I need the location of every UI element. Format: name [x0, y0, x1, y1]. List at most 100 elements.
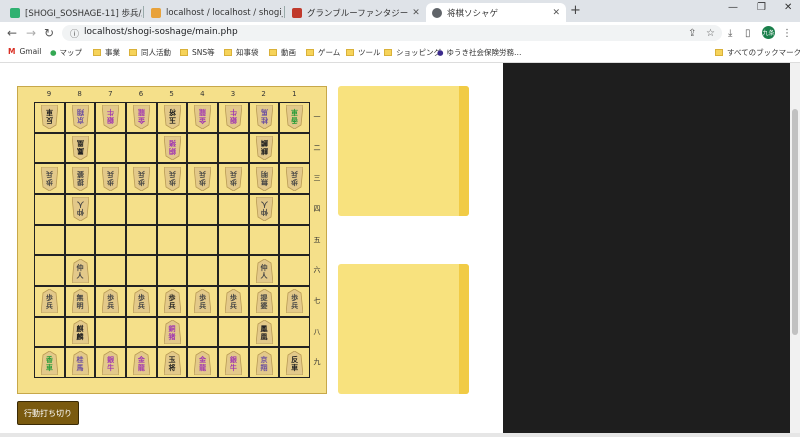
shogi-piece[interactable]: 銀牛 — [102, 350, 120, 375]
reload-icon[interactable]: ↻ — [44, 26, 54, 40]
window-close-icon[interactable]: ✕ — [784, 2, 792, 13]
shogi-piece[interactable]: 鳳凰 — [71, 136, 89, 160]
tab-granblue[interactable]: グランブルーファンタジー ✕ — [286, 3, 424, 22]
bookmark-star-icon[interactable]: ☆ — [706, 28, 715, 39]
shogi-piece[interactable]: 反車 — [40, 105, 58, 130]
shogi-piece[interactable]: 金龍 — [132, 105, 150, 130]
shogi-piece[interactable]: 桂馬 — [255, 105, 273, 130]
shogi-piece[interactable]: 歩兵 — [224, 166, 242, 191]
shogi-piece[interactable]: 銅猪 — [163, 136, 181, 160]
bookmark-folder[interactable]: 事業 — [93, 47, 120, 58]
shogi-piece[interactable]: 仲人 — [71, 258, 89, 283]
board-square[interactable] — [156, 224, 188, 256]
shogi-piece[interactable]: 京翔 — [71, 105, 89, 130]
board-square[interactable] — [218, 316, 249, 348]
new-tab-icon[interactable]: + — [570, 3, 581, 18]
shogi-piece[interactable]: 歩兵 — [132, 289, 150, 314]
info-icon[interactable]: ⓘ — [70, 27, 79, 40]
shogi-piece[interactable]: 歩兵 — [286, 289, 304, 314]
board-square[interactable] — [218, 255, 249, 286]
board-square[interactable] — [126, 132, 157, 164]
board-square[interactable] — [126, 255, 157, 286]
scrollbar-thumb[interactable] — [792, 109, 798, 335]
board-square[interactable] — [126, 316, 157, 348]
board-square[interactable] — [218, 194, 249, 225]
board-square[interactable] — [95, 194, 126, 225]
avatar[interactable]: 九条 — [762, 26, 775, 39]
shogi-piece[interactable]: 歩兵 — [163, 166, 181, 191]
shogi-piece[interactable]: 仲人 — [71, 197, 89, 222]
shogi-piece[interactable]: 金龍 — [194, 350, 212, 375]
tab-phpmyadmin[interactable]: localhost / localhost / shogi_sos… ✕ — [145, 3, 283, 22]
board-square[interactable] — [187, 316, 218, 348]
shogi-piece[interactable]: 歩兵 — [102, 166, 120, 191]
sidepanel-icon[interactable]: ▯ — [745, 28, 751, 39]
board-square[interactable] — [126, 224, 157, 256]
shogi-piece[interactable]: 桂馬 — [71, 350, 89, 375]
shogi-piece[interactable]: 香車 — [286, 105, 304, 130]
bookmark-folder[interactable]: ツール — [346, 47, 381, 58]
close-icon[interactable]: ✕ — [548, 8, 560, 18]
board-square[interactable] — [34, 224, 65, 256]
shogi-piece[interactable]: 麒麟 — [255, 136, 273, 160]
shogi-piece[interactable]: 麒麟 — [71, 320, 89, 344]
board-square[interactable] — [187, 255, 218, 286]
board-square[interactable] — [95, 316, 126, 348]
bookmark-folder[interactable]: ゲーム — [306, 47, 340, 58]
shogi-piece[interactable]: 金龍 — [132, 350, 150, 375]
shogi-piece[interactable]: 鳳凰 — [255, 320, 273, 344]
close-icon[interactable]: ✕ — [408, 8, 420, 18]
shogi-piece[interactable]: 銅猪 — [163, 320, 181, 344]
board-square[interactable] — [279, 132, 310, 164]
bookmark-folder[interactable]: SNS等 — [180, 47, 215, 58]
shogi-piece[interactable]: 歩兵 — [40, 289, 58, 314]
board-square[interactable] — [156, 255, 188, 286]
board-square[interactable] — [279, 194, 310, 225]
shogi-piece[interactable]: 銀牛 — [224, 105, 242, 130]
board-square[interactable] — [34, 194, 65, 225]
board-square[interactable] — [187, 132, 218, 164]
board-square[interactable] — [126, 194, 157, 225]
download-icon[interactable]: ⤓ — [728, 28, 732, 39]
board-square[interactable] — [64, 224, 96, 256]
shogi-piece[interactable]: 仲人 — [255, 197, 273, 222]
shogi-piece[interactable]: 銀牛 — [102, 105, 120, 130]
shogi-piece[interactable]: 香車 — [40, 350, 58, 375]
bookmark-folder[interactable]: 動画 — [269, 47, 296, 58]
bookmark-maps[interactable]: ● マップ — [50, 47, 82, 58]
minimize-icon[interactable]: — — [728, 2, 738, 13]
shogi-piece[interactable]: 玉将 — [163, 350, 181, 375]
tab-shogi-soshage[interactable]: 将棋ソシャゲ ✕ — [426, 3, 566, 22]
shogi-piece[interactable]: 歩兵 — [224, 289, 242, 314]
board-square[interactable] — [34, 255, 65, 286]
shogi-piece[interactable]: 提婆 — [71, 166, 89, 191]
board-square[interactable] — [279, 316, 310, 348]
shogi-piece[interactable]: 無明 — [71, 289, 89, 314]
bookmark-site[interactable]: ● ゆうき社会保険労務… — [437, 47, 522, 58]
shogi-piece[interactable]: 反車 — [286, 350, 304, 375]
bookmark-folder[interactable]: ショッピング — [384, 47, 441, 58]
shogi-piece[interactable]: 歩兵 — [102, 289, 120, 314]
shogi-piece[interactable]: 玉将 — [163, 105, 181, 130]
shogi-piece[interactable]: 歩兵 — [194, 289, 212, 314]
board-square[interactable] — [279, 224, 310, 256]
back-icon[interactable]: ← — [7, 26, 17, 40]
shogi-piece[interactable]: 歩兵 — [163, 289, 181, 314]
all-bookmarks[interactable]: すべてのブックマーク — [715, 47, 800, 58]
shogi-piece[interactable]: 歩兵 — [40, 166, 58, 191]
shogi-piece[interactable]: 歩兵 — [286, 166, 304, 191]
shogi-piece[interactable]: 京翔 — [255, 350, 273, 375]
board-square[interactable] — [279, 255, 310, 286]
shogi-piece[interactable]: 歩兵 — [194, 166, 212, 191]
scrollbar[interactable] — [790, 63, 800, 433]
board-square[interactable] — [34, 132, 65, 164]
shogi-piece[interactable]: 仲人 — [255, 258, 273, 283]
shogi-piece[interactable]: 提婆 — [255, 289, 273, 314]
share-icon[interactable]: ⇪ — [688, 28, 696, 39]
menu-icon[interactable]: ⋮ — [782, 28, 792, 39]
bookmark-gmail[interactable]: M Gmail — [8, 47, 41, 56]
board-square[interactable] — [218, 132, 249, 164]
shogi-piece[interactable]: 無明 — [255, 166, 273, 191]
shogi-piece[interactable]: 歩兵 — [132, 166, 150, 191]
board-square[interactable] — [95, 132, 126, 164]
